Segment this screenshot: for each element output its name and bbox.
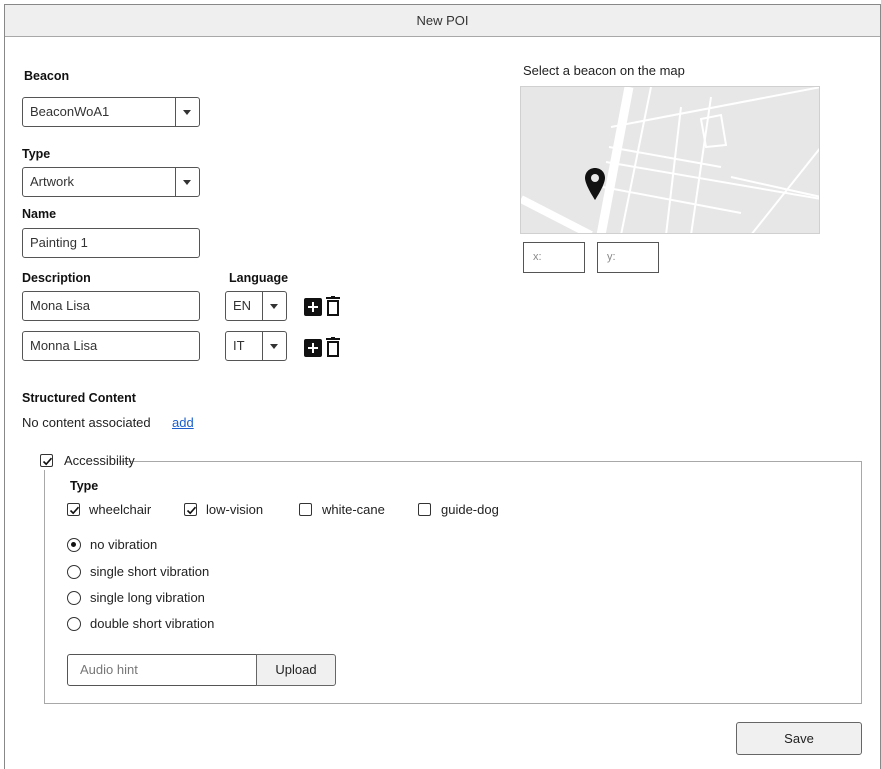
language-select-it[interactable]: IT [225,331,287,361]
description-input-it[interactable]: Monna Lisa [22,331,200,361]
language-dropdown-button[interactable] [262,332,286,360]
add-content-link[interactable]: add [172,415,194,430]
white-cane-checkbox[interactable] [299,503,312,516]
wheelchair-checkbox[interactable] [67,503,80,516]
accessibility-label: Accessibility [64,453,135,468]
accessibility-legend: Accessibility [34,452,135,470]
single-long-vibration-label: single long vibration [90,590,205,605]
language-dropdown-button[interactable] [262,292,286,320]
type-label: Type [22,147,51,161]
no-vibration-radio[interactable] [67,538,81,552]
save-button[interactable]: Save [736,722,862,755]
accessibility-type-label: Type [70,479,99,493]
guide-dog-label: guide-dog [441,502,499,517]
beacon-select-value: BeaconWoA1 [30,104,110,119]
checkmark-icon [186,506,197,515]
language-label: Language [229,271,289,285]
checkmark-icon [69,506,80,515]
chevron-down-icon [270,304,278,309]
trash-icon[interactable] [325,296,341,316]
language-select-value: IT [233,338,245,353]
low-vision-checkbox[interactable] [184,503,197,516]
checkmark-icon [42,457,53,466]
wheelchair-label: wheelchair [89,502,152,517]
chevron-down-icon [183,110,191,115]
chevron-down-icon [270,344,278,349]
single-long-vibration-radio[interactable] [67,591,81,605]
single-short-vibration-radio[interactable] [67,565,81,579]
chevron-down-icon [183,180,191,185]
add-icon[interactable] [304,298,322,316]
structured-content-label: Structured Content [22,391,136,405]
name-label: Name [22,207,57,221]
name-input[interactable]: Painting 1 [22,228,200,258]
white-cane-label: white-cane [322,502,385,517]
add-icon[interactable] [304,339,322,357]
description-input-en[interactable]: Mona Lisa [22,291,200,321]
x-coordinate-input[interactable]: x: [523,242,585,273]
language-select-en[interactable]: EN [225,291,287,321]
guide-dog-checkbox[interactable] [418,503,431,516]
beacon-label: Beacon [24,69,70,83]
beacon-map[interactable] [520,86,820,234]
type-dropdown-button[interactable] [175,168,199,196]
beacon-select[interactable]: BeaconWoA1 [22,97,200,127]
description-label: Description [22,271,91,285]
map-label: Select a beacon on the map [523,63,685,78]
language-select-value: EN [233,298,252,313]
map-streets [521,87,819,233]
single-short-vibration-label: single short vibration [90,564,210,579]
audio-hint-input[interactable]: Audio hint [67,654,257,686]
window-title: New POI [5,5,880,37]
type-select[interactable]: Artwork [22,167,200,197]
trash-icon[interactable] [325,337,341,357]
upload-button[interactable]: Upload [256,654,336,686]
beacon-dropdown-button[interactable] [175,98,199,126]
radio-selected-dot [71,542,76,547]
double-short-vibration-label: double short vibration [90,616,215,631]
accessibility-checkbox[interactable] [40,454,53,467]
structured-content-empty-text: No content associated [22,415,151,430]
low-vision-label: low-vision [206,502,264,517]
type-select-value: Artwork [30,174,75,189]
double-short-vibration-radio[interactable] [67,617,81,631]
y-coordinate-input[interactable]: y: [597,242,659,273]
map-pin-icon[interactable] [584,167,606,201]
no-vibration-label: no vibration [90,537,158,552]
